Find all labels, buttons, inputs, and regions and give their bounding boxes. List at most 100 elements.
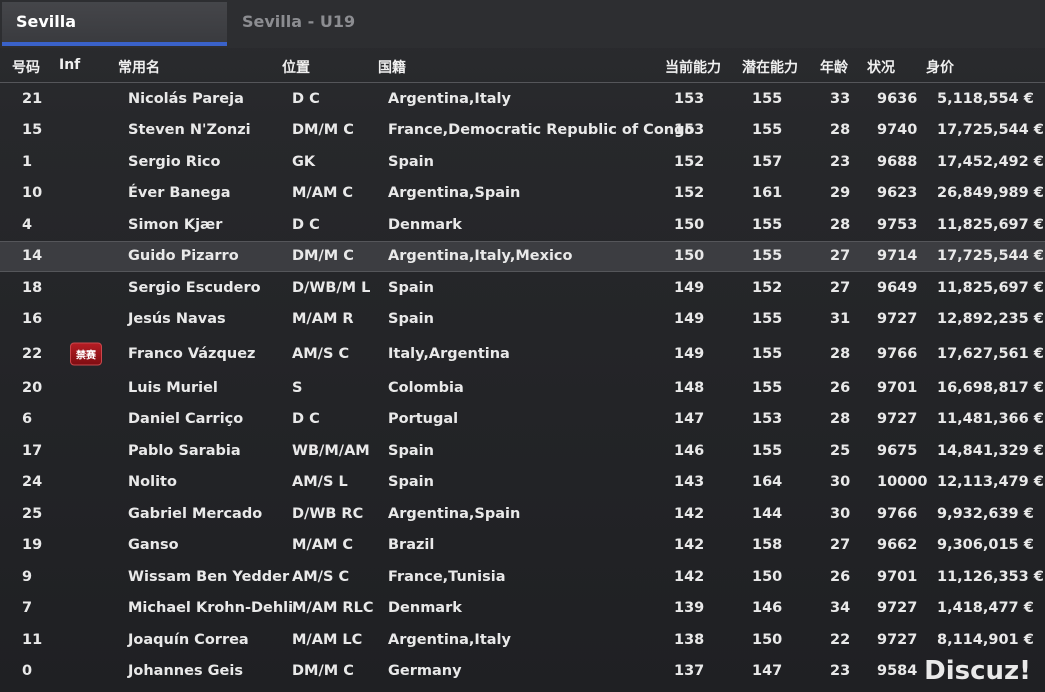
player-potential-ability: 144	[752, 505, 783, 522]
player-age: 33	[830, 90, 851, 107]
table-row[interactable]: 20 Luis Muriel S Colombia 148 155 26 9701 16,698…	[0, 372, 1045, 404]
column-header-nationality[interactable]: 国籍	[378, 57, 406, 77]
player-value: 14,841,329 €	[937, 442, 1044, 459]
player-potential-ability: 161	[752, 185, 783, 202]
table-row[interactable]: 22 禁赛 Franco Vázquez AM/S C Italy,Argentina 1…	[0, 335, 1045, 372]
player-position: AM/S C	[292, 568, 350, 585]
player-potential-ability: 153	[752, 411, 783, 428]
player-nationality: Denmark	[388, 600, 462, 617]
table-row[interactable]: 1 Sergio Rico GK Spain 152 157 23 9688 17,452,49…	[0, 146, 1045, 178]
table-row[interactable]: 10 Éver Banega M/AM C Argentina,Spain 152 161…	[0, 178, 1045, 210]
player-number: 10	[22, 185, 43, 202]
player-name[interactable]: Johannes Geis	[128, 663, 243, 679]
player-value: 12,892,235 €	[937, 311, 1044, 328]
player-value: 17,452,492 €	[937, 153, 1044, 170]
player-number: 24	[22, 474, 43, 491]
column-header-name[interactable]: 常用名	[118, 57, 160, 77]
player-condition: 9727	[877, 311, 918, 328]
player-potential-ability: 155	[752, 248, 783, 265]
player-number: 11	[22, 631, 43, 648]
player-current-ability: 148	[674, 379, 705, 396]
player-name[interactable]: Luis Muriel	[128, 380, 218, 396]
player-age: 23	[830, 153, 851, 170]
column-header-potential-ability[interactable]: 潜在能力	[742, 57, 798, 77]
column-header-age[interactable]: 年龄	[820, 57, 848, 77]
player-current-ability: 142	[674, 505, 705, 522]
table-row[interactable]: 21 Nicolás Pareja D C Argentina,Italy 153 155…	[0, 83, 1045, 115]
player-name[interactable]: Éver Banega	[128, 185, 231, 201]
column-header-number[interactable]: 号码	[12, 57, 40, 77]
player-name[interactable]: Michael Krohn-Dehli	[128, 600, 293, 616]
player-position: M/AM LC	[292, 631, 363, 648]
tab-sevilla-u19[interactable]: Sevilla - U19	[228, 2, 408, 46]
column-header-position[interactable]: 位置	[282, 57, 310, 77]
tab-sevilla[interactable]: Sevilla	[2, 2, 227, 46]
table-row[interactable]: 4 Simon Kjær D C Denmark 150 155 28 9753 11,825,…	[0, 209, 1045, 241]
player-name[interactable]: Ganso	[128, 537, 179, 553]
player-current-ability: 147	[674, 411, 705, 428]
player-position: D C	[292, 411, 320, 428]
player-current-ability: 138	[674, 631, 705, 648]
player-name[interactable]: Joaquín Correa	[128, 632, 249, 648]
table-row[interactable]: 16 Jesús Navas M/AM R Spain 149 155 31 9727 12,8…	[0, 304, 1045, 336]
player-name[interactable]: Nolito	[128, 474, 177, 490]
player-name[interactable]: Daniel Carriço	[128, 411, 243, 427]
player-number: 9	[22, 568, 33, 585]
player-name[interactable]: Guido Pizarro	[128, 248, 239, 264]
player-position: DM/M C	[292, 248, 354, 265]
player-potential-ability: 158	[752, 537, 783, 554]
player-name[interactable]: Sergio Rico	[128, 154, 220, 170]
player-condition: 9701	[877, 379, 918, 396]
player-name[interactable]: Steven N'Zonzi	[128, 122, 251, 138]
player-nationality: Spain	[388, 442, 434, 459]
table-row[interactable]: 11 Joaquín Correa M/AM LC Argentina,Italy 13…	[0, 624, 1045, 656]
player-name[interactable]: Nicolás Pareja	[128, 91, 244, 107]
player-name[interactable]: Franco Vázquez	[128, 346, 255, 362]
table-row[interactable]: 17 Pablo Sarabia WB/M/AM Spain 146 155 25 9675 1…	[0, 435, 1045, 467]
player-age: 30	[830, 505, 851, 522]
player-age: 29	[830, 185, 851, 202]
player-value: 5,118,554 €	[937, 90, 1034, 107]
player-position: D C	[292, 90, 320, 107]
player-age: 27	[830, 537, 851, 554]
player-name[interactable]: Wissam Ben Yedder	[128, 569, 289, 585]
player-value: 9,306,015 €	[937, 537, 1034, 554]
column-header-inf[interactable]: Inf	[59, 57, 80, 73]
player-position: M/AM C	[292, 537, 354, 554]
table-row[interactable]: 9 Wissam Ben Yedder AM/S C France,Tunisia 14…	[0, 561, 1045, 593]
player-current-ability: 152	[674, 185, 705, 202]
player-current-ability: 152	[674, 153, 705, 170]
player-name[interactable]: Pablo Sarabia	[128, 443, 241, 459]
tab-bar: Sevilla Sevilla - U19	[0, 0, 1045, 48]
table-row[interactable]: 6 Daniel Carriço D C Portugal 147 153 28 9727 11…	[0, 404, 1045, 436]
player-condition: 9714	[877, 248, 918, 265]
column-header-value[interactable]: 身价	[926, 57, 954, 77]
player-name[interactable]: Jesús Navas	[128, 311, 226, 327]
table-row[interactable]: 25 Gabriel Mercado D/WB RC Argentina,Spain 1…	[0, 498, 1045, 530]
table-row[interactable]: 24 Nolito AM/S L Spain 143 164 30 10000 12,113,4…	[0, 467, 1045, 499]
player-nationality: Argentina,Italy,Mexico	[388, 248, 573, 265]
player-condition: 9688	[877, 153, 918, 170]
table-row[interactable]: 19 Ganso M/AM C Brazil 142 158 27 9662 9,306,015…	[0, 530, 1045, 562]
player-info: 禁赛	[70, 342, 102, 365]
column-header-current-ability[interactable]: 当前能力	[665, 57, 721, 77]
player-position: DM/M C	[292, 663, 354, 680]
player-number: 21	[22, 90, 43, 107]
player-position: AM/S L	[292, 474, 348, 491]
player-nationality: Argentina,Spain	[388, 185, 521, 202]
table-row[interactable]: 0 Johannes Geis DM/M C Germany 137 147 23 9584	[0, 656, 1045, 688]
player-current-ability: 142	[674, 537, 705, 554]
player-name[interactable]: Sergio Escudero	[128, 280, 261, 296]
table-row[interactable]: 7 Michael Krohn-Dehli M/AM RLC Denmark 139 14…	[0, 593, 1045, 625]
player-nationality: Argentina,Italy	[388, 631, 511, 648]
table-row[interactable]: 14 Guido Pizarro DM/M C Argentina,Italy,Mex…	[0, 240, 1045, 272]
table-row[interactable]: 15 Steven N'Zonzi DM/M C France,Democratic …	[0, 115, 1045, 147]
table-row[interactable]: 18 Sergio Escudero D/WB/M L Spain 149 152 27 96…	[0, 272, 1045, 304]
player-nationality: Spain	[388, 311, 434, 328]
player-name[interactable]: Simon Kjær	[128, 217, 222, 233]
player-position: D C	[292, 216, 320, 233]
player-condition: 9753	[877, 216, 918, 233]
player-name[interactable]: Gabriel Mercado	[128, 506, 262, 522]
player-number: 1	[22, 153, 33, 170]
column-header-condition[interactable]: 状况	[867, 57, 895, 77]
